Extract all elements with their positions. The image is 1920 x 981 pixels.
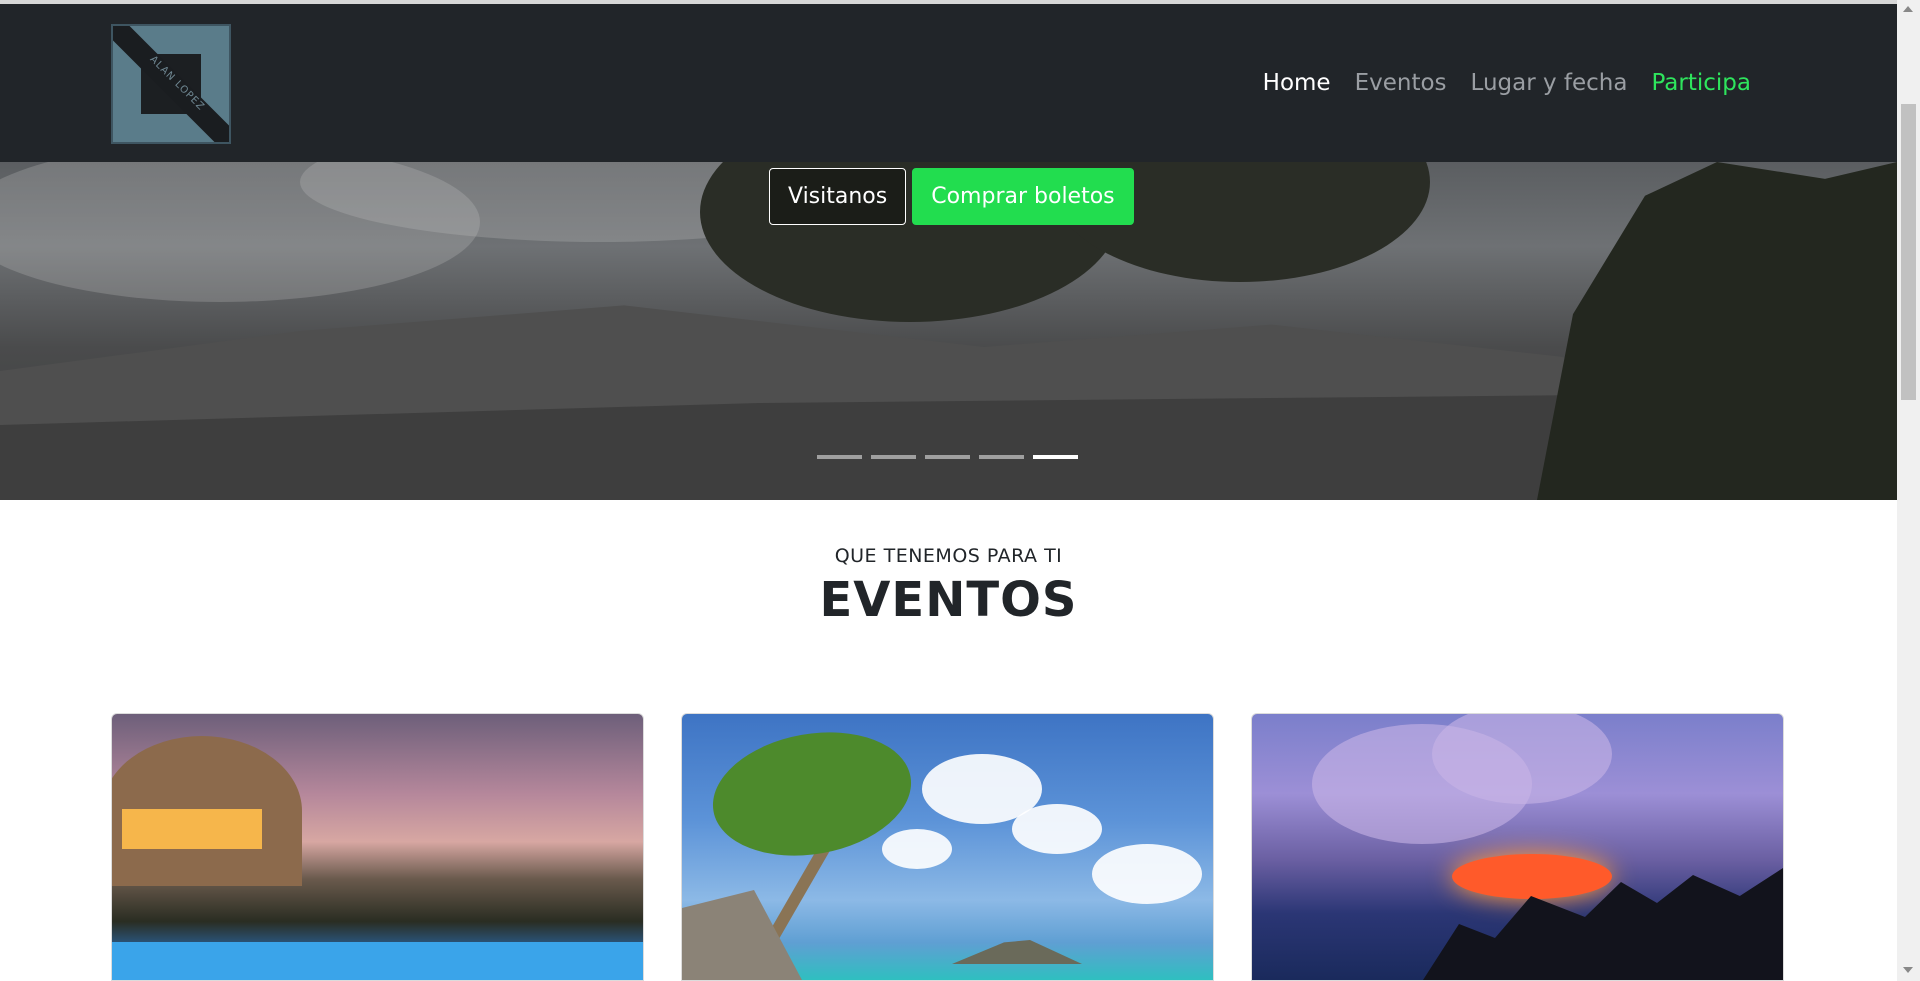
nav-link-lugar-y-fecha[interactable]: Lugar y fecha (1471, 70, 1628, 96)
main-nav: Home Eventos Lugar y fecha Participa (1263, 70, 1751, 96)
carousel-indicator[interactable] (925, 455, 970, 459)
beach-rock (682, 890, 802, 980)
scroll-up-icon[interactable] (1903, 6, 1913, 12)
scroll-thumb[interactable] (1901, 104, 1916, 400)
hero-trees (1537, 162, 1897, 500)
beach-island (952, 940, 1082, 964)
event-card-lava[interactable] (1251, 713, 1784, 981)
hero-buttons: Visitanos Comprar boletos (769, 168, 1134, 225)
beach-cloud (1012, 804, 1102, 854)
carousel-indicator[interactable] (817, 455, 862, 459)
nav-link-eventos[interactable]: Eventos (1355, 70, 1447, 96)
visitanos-button[interactable]: Visitanos (769, 168, 907, 225)
beach-cloud (1092, 844, 1202, 904)
scroll-down-icon[interactable] (1903, 967, 1913, 973)
beach-cloud (882, 829, 952, 869)
carousel-indicator[interactable] (871, 455, 916, 459)
resort-pool (112, 942, 643, 980)
comprar-boletos-button[interactable]: Comprar boletos (912, 168, 1134, 225)
carousel-indicators (817, 455, 1078, 459)
nav-link-home[interactable]: Home (1263, 70, 1331, 96)
event-card-resort[interactable] (111, 713, 644, 981)
carousel-indicator-active[interactable] (1033, 455, 1078, 459)
site-logo[interactable]: ALAN LOPEZ (111, 24, 231, 144)
event-card-beach[interactable] (681, 713, 1214, 981)
lava-glow (1452, 854, 1612, 899)
navbar: ALAN LOPEZ Home Eventos Lugar y fecha Pa… (0, 4, 1897, 162)
nav-link-participa[interactable]: Participa (1651, 70, 1751, 96)
event-cards (111, 713, 1784, 981)
section-title: EVENTOS (819, 572, 1078, 628)
section-subtitle: QUE TENEMOS PARA TI (834, 545, 1063, 567)
carousel-indicator[interactable] (979, 455, 1024, 459)
page-scrollbar[interactable] (1897, 0, 1920, 981)
hero-carousel: Visitanos Comprar boletos (0, 162, 1897, 500)
resort-lights (122, 809, 262, 849)
